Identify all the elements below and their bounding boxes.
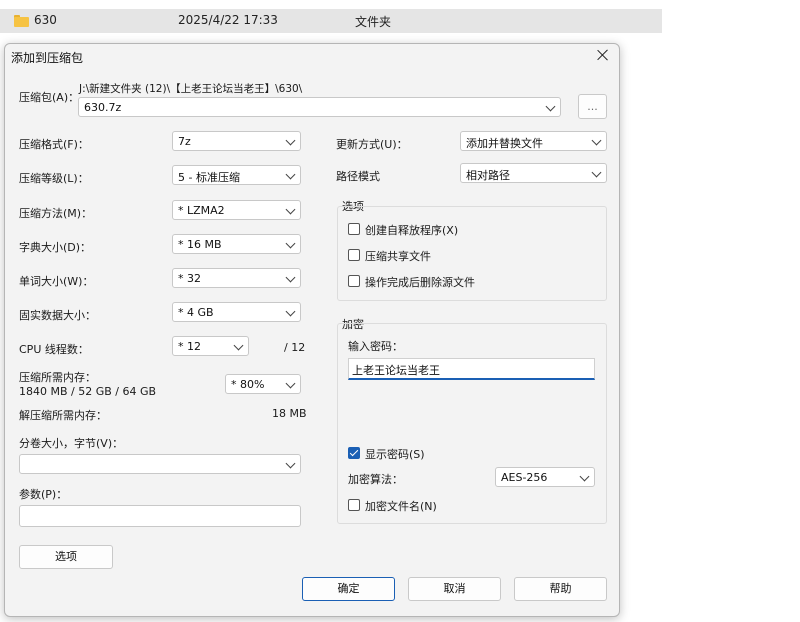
- shared-checkbox[interactable]: [348, 249, 360, 261]
- chevron-down-icon: [285, 378, 296, 389]
- chevron-down-icon: [545, 101, 556, 112]
- solid-label: 固实数据大小：: [19, 309, 96, 322]
- level-select[interactable]: 5 - 标准压缩: [172, 165, 301, 185]
- threads-value: * 12: [178, 340, 201, 353]
- enc-method-select[interactable]: AES-256: [495, 467, 595, 487]
- cancel-button[interactable]: 取消: [408, 577, 501, 601]
- sfx-checkbox[interactable]: [348, 223, 360, 235]
- browse-button[interactable]: ...: [578, 94, 607, 119]
- dialog-title: 添加到压缩包: [11, 51, 84, 65]
- password-value: 上老王论坛当老王: [352, 364, 440, 377]
- update-select[interactable]: 添加并替换文件: [460, 131, 607, 151]
- folder-icon: [14, 15, 29, 27]
- chevron-down-icon: [285, 204, 296, 215]
- enc-method-value: AES-256: [501, 471, 548, 484]
- update-value: 添加并替换文件: [466, 137, 543, 150]
- word-value: * 32: [178, 272, 201, 285]
- level-label: 压缩等级(L)：: [19, 172, 89, 185]
- update-label: 更新方式(U)：: [336, 138, 408, 151]
- shared-label: 压缩共享文件: [365, 250, 431, 263]
- chevron-down-icon: [591, 135, 602, 146]
- folder-modified: 2025/4/22 17:33: [178, 13, 278, 27]
- mem-compress-label: 压缩所需内存：: [19, 371, 96, 384]
- params-label: 参数(P)：: [19, 488, 68, 501]
- dict-select[interactable]: * 16 MB: [172, 234, 301, 254]
- chevron-down-icon: [579, 471, 590, 482]
- dict-value: * 16 MB: [178, 238, 222, 251]
- chevron-down-icon: [233, 340, 244, 351]
- help-button[interactable]: 帮助: [514, 577, 607, 601]
- delete-checkbox[interactable]: [348, 275, 360, 287]
- sfx-label: 创建自释放程序(X): [365, 224, 459, 237]
- threads-label: CPU 线程数：: [19, 343, 89, 356]
- enc-method-label: 加密算法：: [348, 473, 403, 486]
- encrypt-names-label: 加密文件名(N): [365, 500, 437, 513]
- delete-label: 操作完成后删除源文件: [365, 276, 475, 289]
- chevron-down-icon: [285, 306, 296, 317]
- show-password-checkbox[interactable]: [348, 447, 360, 459]
- pathmode-value: 相对路径: [466, 169, 510, 182]
- split-label: 分卷大小，字节(V)：: [19, 437, 124, 450]
- password-input[interactable]: 上老王论坛当老王: [348, 358, 595, 380]
- word-select[interactable]: * 32: [172, 268, 301, 288]
- chevron-down-icon: [285, 135, 296, 146]
- mem-compress-select[interactable]: * 80%: [225, 374, 301, 394]
- mem-compress-detail: 1840 MB / 52 GB / 64 GB: [19, 385, 157, 398]
- split-select[interactable]: [19, 454, 301, 474]
- mem-decompress-label: 解压缩所需内存：: [19, 409, 107, 422]
- threads-max: / 12: [284, 341, 306, 354]
- folder-name: 630: [34, 13, 57, 27]
- format-select[interactable]: 7z: [172, 131, 301, 151]
- mem-compress-value: * 80%: [231, 378, 265, 391]
- word-label: 单词大小(W)：: [19, 275, 94, 288]
- archive-path: J:\新建文件夹 (12)\【上老王论坛当老王】\630\: [79, 83, 303, 95]
- dict-label: 字典大小(D)：: [19, 241, 92, 254]
- method-value: * LZMA2: [178, 204, 225, 217]
- chevron-down-icon: [285, 272, 296, 283]
- archive-label: 压缩包(A)：: [19, 91, 80, 104]
- explorer-row-630[interactable]: 630 2025/4/22 17:33 文件夹: [0, 9, 662, 33]
- format-label: 压缩格式(F)：: [19, 138, 89, 151]
- chevron-down-icon: [285, 458, 296, 469]
- folder-type: 文件夹: [355, 15, 392, 29]
- dialog-titlebar[interactable]: 添加到压缩包: [5, 44, 619, 70]
- method-select[interactable]: * LZMA2: [172, 200, 301, 220]
- add-to-archive-dialog: 添加到压缩包 压缩包(A)： J:\新建文件夹 (12)\【上老王论坛当老王】\…: [4, 43, 620, 617]
- show-password-label: 显示密码(S): [365, 448, 425, 461]
- close-icon[interactable]: [597, 49, 609, 61]
- encrypt-names-checkbox[interactable]: [348, 499, 360, 511]
- level-value: 5 - 标准压缩: [178, 171, 240, 184]
- pathmode-select[interactable]: 相对路径: [460, 163, 607, 183]
- chevron-down-icon: [591, 167, 602, 178]
- method-label: 压缩方法(M)：: [19, 207, 93, 220]
- solid-select[interactable]: * 4 GB: [172, 302, 301, 322]
- mem-decompress-value: 18 MB: [272, 407, 307, 420]
- pathmode-label: 路径模式: [336, 170, 380, 183]
- solid-value: * 4 GB: [178, 306, 214, 319]
- options-button[interactable]: 选项: [19, 545, 113, 569]
- chevron-down-icon: [285, 169, 296, 180]
- password-label: 输入密码：: [348, 340, 403, 353]
- archive-name-input[interactable]: 630.7z: [78, 97, 561, 117]
- threads-select[interactable]: * 12: [172, 336, 249, 356]
- archive-name-value: 630.7z: [84, 101, 122, 114]
- params-input[interactable]: [19, 505, 301, 527]
- format-value: 7z: [178, 135, 191, 148]
- ok-button[interactable]: 确定: [302, 577, 395, 601]
- chevron-down-icon: [285, 238, 296, 249]
